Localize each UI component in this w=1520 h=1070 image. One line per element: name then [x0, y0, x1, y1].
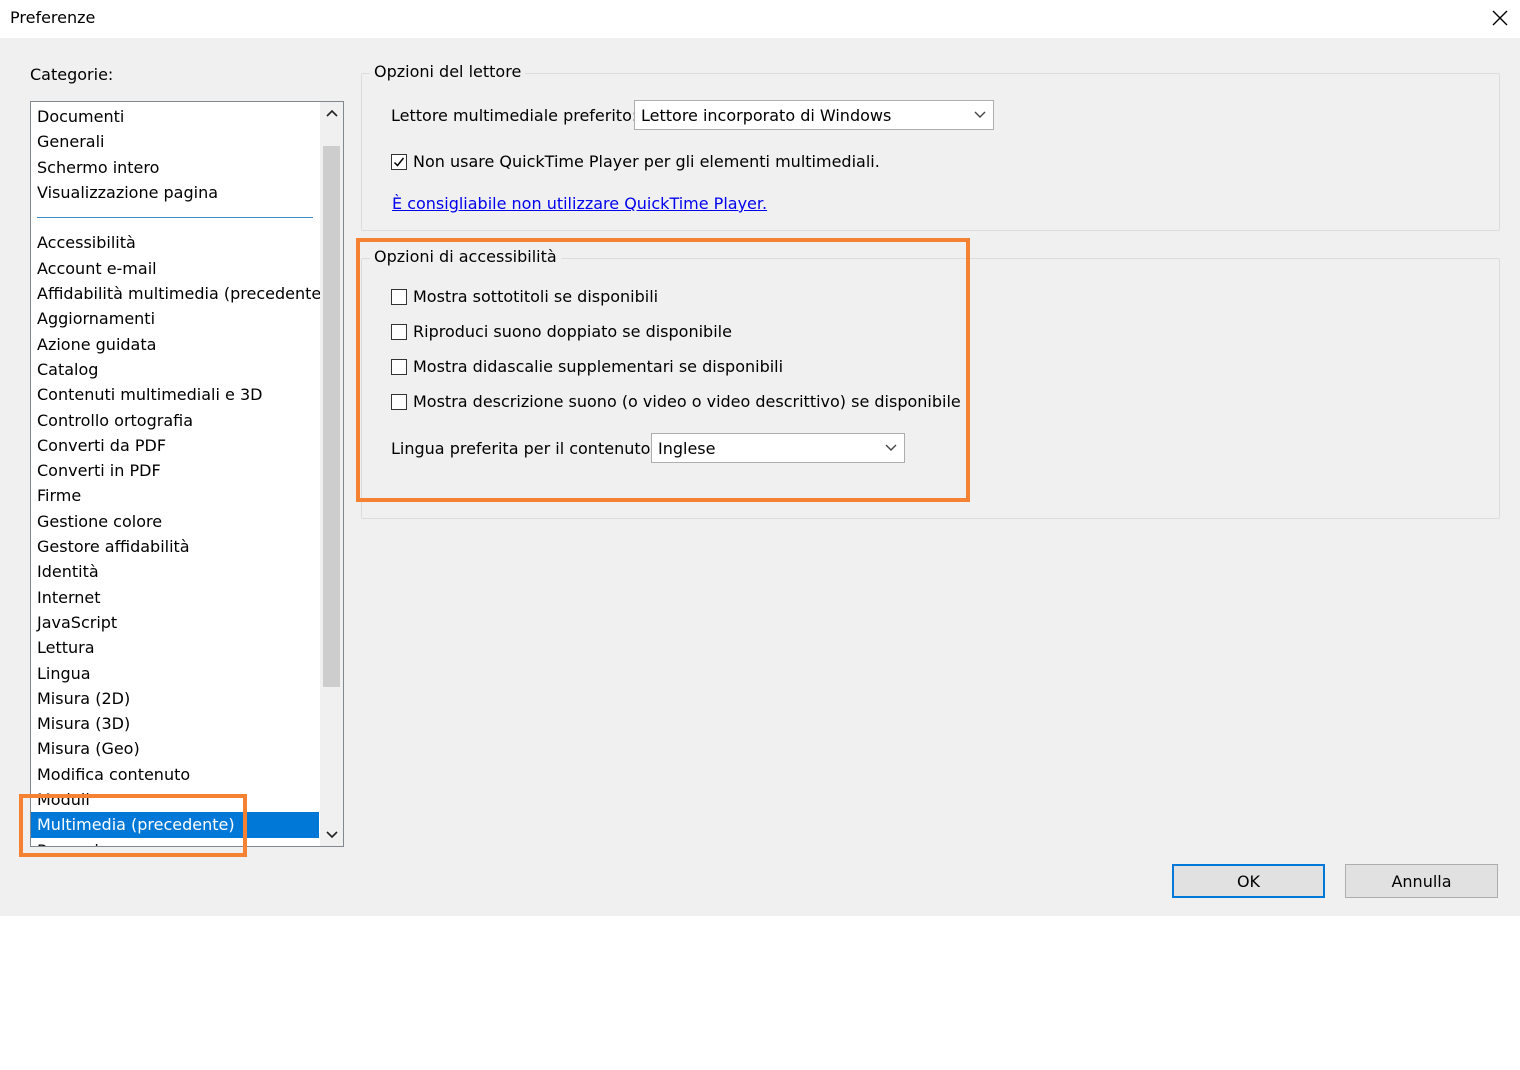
scroll-up-button[interactable]	[320, 102, 343, 124]
content-language-value: Inglese	[658, 439, 716, 458]
category-item[interactable]: Affidabilità multimedia (precedente)	[31, 281, 327, 306]
category-item[interactable]: Generali	[31, 129, 319, 154]
scroll-thumb[interactable]	[323, 146, 340, 687]
supplemental-captions-option[interactable]: Mostra didascalie supplementari se dispo…	[391, 357, 783, 376]
dubbed-audio-checkbox[interactable]	[391, 323, 407, 340]
dubbed-audio-option[interactable]: Riproduci suono doppiato se disponibile	[391, 322, 732, 341]
chevron-down-icon	[974, 111, 986, 118]
category-item[interactable]: Converti da PDF	[31, 433, 319, 458]
close-icon	[1492, 10, 1508, 26]
audio-description-checkbox[interactable]	[391, 393, 407, 410]
quicktime-advice-link[interactable]: È consigliabile non utilizzare QuickTime…	[392, 194, 767, 213]
content-language-dropdown-button[interactable]	[878, 434, 904, 462]
category-item[interactable]: Identità	[31, 559, 319, 584]
category-item[interactable]: Accessibilità	[31, 230, 319, 255]
no-quicktime-label: Non usare QuickTime Player per gli eleme…	[413, 152, 880, 171]
category-item[interactable]: Aggiornamenti	[31, 306, 319, 331]
category-item[interactable]: Internet	[31, 585, 319, 610]
category-item[interactable]: Lettura	[31, 635, 319, 660]
scroll-down-button[interactable]	[320, 824, 343, 846]
preferred-player-select[interactable]: Lettore incorporato di Windows	[634, 100, 994, 130]
category-item[interactable]: Converti in PDF	[31, 458, 319, 483]
audio-description-label: Mostra descrizione suono (o video o vide…	[413, 392, 961, 411]
close-button[interactable]	[1480, 0, 1520, 36]
category-item[interactable]: JavaScript	[31, 610, 319, 635]
title-bar: Preferenze	[0, 0, 1520, 38]
audio-description-option[interactable]: Mostra descrizione suono (o video o vide…	[391, 392, 961, 411]
category-item[interactable]: Firme	[31, 483, 319, 508]
chevron-down-icon	[885, 444, 897, 451]
category-item[interactable]: Visualizzazione pagina	[31, 180, 319, 205]
subtitles-label: Mostra sottotitoli se disponibili	[413, 287, 659, 306]
category-item[interactable]: Catalog	[31, 357, 319, 382]
category-item[interactable]: Misura (Geo)	[31, 736, 319, 761]
supplemental-captions-checkbox[interactable]	[391, 358, 407, 375]
category-item[interactable]: Azione guidata	[31, 332, 319, 357]
category-item[interactable]: Controllo ortografia	[31, 408, 319, 433]
subtitles-option[interactable]: Mostra sottotitoli se disponibili	[391, 287, 658, 306]
category-item[interactable]: Misura (2D)	[31, 686, 319, 711]
category-item[interactable]: Account e-mail	[31, 256, 319, 281]
accessibility-options-title: Opzioni di accessibilità	[370, 247, 561, 266]
categories-list-content: Documenti Generali Schermo intero Visualizz…	[31, 104, 327, 846]
category-item[interactable]: Schermo intero	[31, 155, 319, 180]
category-item[interactable]: Recensione	[31, 838, 319, 846]
dialog-client-area: Categorie: Documenti Generali Schermo inte…	[0, 38, 1520, 916]
preferred-player-value: Lettore incorporato di Windows	[641, 106, 892, 125]
supplemental-captions-label: Mostra didascalie supplementari se dispo…	[413, 357, 784, 376]
player-options-title: Opzioni del lettore	[370, 62, 526, 81]
category-item[interactable]: Contenuti multimediali e 3D	[31, 382, 319, 407]
category-item[interactable]: Lingua	[31, 661, 319, 686]
category-item[interactable]: Misura (3D)	[31, 711, 319, 736]
preferred-player-label: Lettore multimediale preferito:	[391, 106, 638, 125]
dubbed-audio-label: Riproduci suono doppiato se disponibile	[413, 322, 732, 341]
no-quicktime-option[interactable]: Non usare QuickTime Player per gli eleme…	[391, 152, 880, 171]
list-scrollbar[interactable]	[320, 102, 343, 846]
chevron-up-icon	[325, 109, 338, 117]
category-item[interactable]: Modifica contenuto	[31, 762, 319, 787]
category-separator	[31, 205, 319, 230]
category-item[interactable]: Moduli	[31, 787, 319, 812]
preferred-player-dropdown-button[interactable]	[967, 101, 993, 129]
category-item[interactable]: Gestione colore	[31, 509, 319, 534]
subtitles-checkbox[interactable]	[391, 288, 407, 305]
categories-list[interactable]: Documenti Generali Schermo intero Visualizz…	[30, 101, 344, 847]
chevron-down-icon	[325, 831, 338, 839]
ok-button[interactable]: OK	[1172, 864, 1325, 898]
categories-label: Categorie:	[30, 65, 114, 84]
category-item[interactable]: Gestore affidabilità	[31, 534, 319, 559]
category-item[interactable]: Documenti	[31, 104, 319, 129]
content-language-label: Lingua preferita per il contenuto:	[391, 439, 656, 458]
category-item[interactable]: Multimedia (precedente)	[31, 812, 319, 838]
checkmark-icon	[393, 157, 405, 167]
no-quicktime-checkbox[interactable]	[391, 153, 407, 170]
content-language-select[interactable]: Inglese	[651, 433, 905, 463]
window-title: Preferenze	[10, 8, 96, 27]
cancel-button[interactable]: Annulla	[1345, 864, 1498, 898]
